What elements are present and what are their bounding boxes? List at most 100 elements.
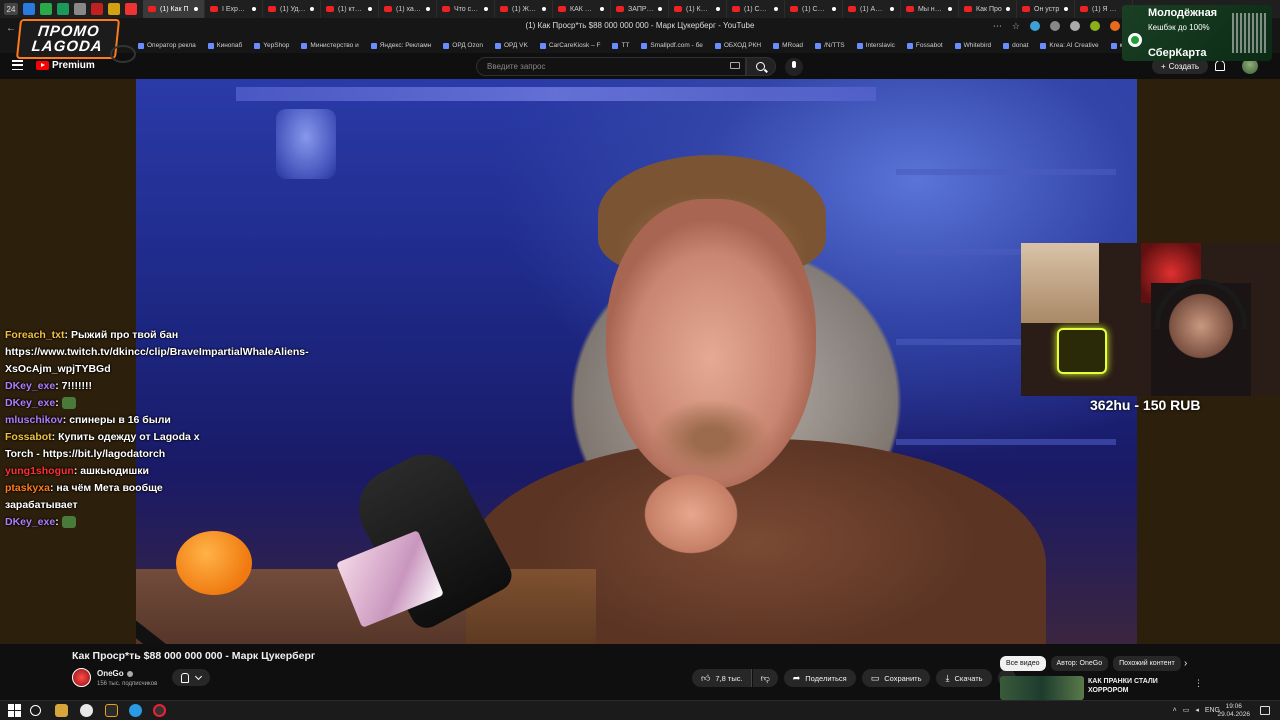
- yandex-browser-icon[interactable]: [80, 704, 93, 717]
- save-button[interactable]: ▭ Сохранить: [861, 669, 931, 687]
- bookmark-favicon-icon: [494, 42, 501, 49]
- bookmark-item[interactable]: MRoad: [773, 42, 803, 49]
- bookmark-item[interactable]: Smallpdf.com - бе: [641, 42, 703, 49]
- browser-tab[interactable]: I Exposed: [205, 0, 263, 18]
- subscription-bell-button[interactable]: [172, 669, 210, 686]
- download-label: Скачать: [954, 673, 983, 683]
- bookmark-item[interactable]: Whitebird: [954, 42, 991, 49]
- search-icon[interactable]: [30, 705, 41, 716]
- filter-chip[interactable]: Автор: OneGo: [1050, 656, 1109, 671]
- promo-lagoda-logo: ПРОМО LAGODA: [14, 19, 136, 63]
- bookmark-item[interactable]: CarCareKiosk – F: [539, 42, 600, 49]
- bookmark-item[interactable]: Министерство и: [301, 42, 359, 49]
- channel-name[interactable]: OneGo: [97, 669, 133, 678]
- extension-icon[interactable]: [1030, 21, 1040, 31]
- pinned-tab-icon[interactable]: [74, 3, 86, 15]
- chevron-right-icon[interactable]: ›: [1184, 658, 1187, 669]
- video-player[interactable]: Foreach_txt: Рыжий про твой бан https://…: [0, 79, 1280, 644]
- window-count-badge[interactable]: 24: [4, 3, 18, 15]
- app-icon[interactable]: [105, 704, 118, 717]
- file-explorer-icon[interactable]: [55, 704, 68, 717]
- extension-icon[interactable]: [1050, 21, 1060, 31]
- tab-audio-icon: [832, 7, 836, 11]
- browser-tab[interactable]: (1) СКУФ: [727, 0, 785, 18]
- bookmark-icon[interactable]: ☆: [1012, 21, 1020, 32]
- notifications-icon[interactable]: [1260, 706, 1270, 715]
- bookmark-item[interactable]: Оператор рекла: [138, 42, 196, 49]
- browser-tab[interactable]: Он устр: [1017, 0, 1075, 18]
- pinned-tab-icon[interactable]: [23, 3, 35, 15]
- network-icon[interactable]: ▭: [1183, 706, 1190, 714]
- recommendation-thumbnail[interactable]: [1000, 676, 1084, 700]
- bookmark-favicon-icon: [714, 42, 721, 49]
- notifications-icon[interactable]: [1215, 60, 1225, 71]
- bookmark-item[interactable]: donat: [1003, 42, 1028, 49]
- browser-tab[interactable]: (1) Удиви: [263, 0, 321, 18]
- search-input[interactable]: Введите запрос: [476, 57, 746, 76]
- browser-tab[interactable]: КАК ПРАНК: [553, 0, 611, 18]
- bookmark-item[interactable]: Interslavic: [856, 42, 895, 49]
- windows-start-icon[interactable]: [8, 704, 21, 717]
- browser-tab[interactable]: (1) харчев: [379, 0, 437, 18]
- obs-icon[interactable]: [153, 704, 166, 717]
- tab-audio-icon: [310, 7, 314, 11]
- filter-chip[interactable]: Похожий контент: [1113, 656, 1181, 671]
- channel-avatar[interactable]: [72, 668, 91, 687]
- browser-tab[interactable]: ЗАПРЕЩЕ: [611, 0, 669, 18]
- bookmark-item[interactable]: YepShop: [254, 42, 289, 49]
- recommendation-title[interactable]: КАК ПРАНКИ СТАЛИ ХОРРОРОМ: [1088, 677, 1188, 695]
- tab-audio-icon: [600, 7, 604, 11]
- browser-tab[interactable]: (1) ЖЕНСК: [495, 0, 553, 18]
- clock[interactable]: 19:06 29.04.2026: [1217, 703, 1250, 719]
- browser-tab[interactable]: (1) АЛАБУ: [843, 0, 901, 18]
- browser-tab[interactable]: Как Про: [959, 0, 1017, 18]
- youtube-favicon-icon: [1022, 6, 1030, 12]
- bookmark-item[interactable]: Кинопаб: [207, 42, 242, 49]
- bookmark-item[interactable]: TT: [612, 42, 629, 49]
- address-bar: ← (1) Как Проср*ть $88 000 000 000 - Мар…: [0, 18, 1280, 38]
- sber-logo-icon: [1128, 33, 1142, 47]
- more-icon[interactable]: ⋯: [993, 21, 1002, 32]
- telegram-icon[interactable]: [129, 704, 142, 717]
- chat-username: DKey_exe: [5, 380, 56, 392]
- browser-tab[interactable]: Мы не д: [901, 0, 959, 18]
- bookmark-item[interactable]: Krea: AI Creative: [1040, 42, 1099, 49]
- share-button[interactable]: ➦ Поделиться: [783, 669, 856, 687]
- pinned-tab-icon[interactable]: [57, 3, 69, 15]
- youtube-favicon-icon: [848, 6, 856, 12]
- extension-icon[interactable]: [1070, 21, 1080, 31]
- volume-icon[interactable]: ◂: [1195, 706, 1199, 714]
- bookmark-favicon-icon: [954, 42, 961, 49]
- pinned-tab-icon[interactable]: [40, 3, 52, 15]
- pinned-tab-icon[interactable]: [108, 3, 120, 15]
- like-button[interactable]: 👍︎ 7,8 тыс.: [692, 669, 752, 687]
- tray-chevron-icon[interactable]: ˄: [1173, 707, 1177, 714]
- youtube-favicon-icon: [500, 6, 508, 12]
- browser-tab[interactable]: Что стал: [437, 0, 495, 18]
- recommendation-menu-icon[interactable]: ⋮: [1194, 678, 1203, 689]
- browser-tab[interactable]: (1) Как П: [143, 0, 205, 18]
- bookmark-item[interactable]: ОРД VK: [494, 42, 528, 49]
- bookmark-label: Министерство и: [310, 42, 359, 49]
- bookmark-item[interactable]: Яндекс: Рекламн: [370, 42, 431, 49]
- extension-icon[interactable]: [1090, 21, 1100, 31]
- search-button[interactable]: [746, 57, 776, 76]
- browser-tab[interactable]: (1) кто и за: [321, 0, 379, 18]
- bookmark-item[interactable]: ОРД Ozon: [443, 42, 483, 49]
- bookmark-item[interactable]: ОБХОД РКН: [714, 42, 761, 49]
- video-actions: 👍︎ 7,8 тыс. 👎︎ ➦ Поделиться ▭ Сохранить ⤓ Ск…: [692, 669, 1016, 687]
- browser-tab[interactable]: (1) СИЛЬН: [785, 0, 843, 18]
- bookmark-item[interactable]: /N/TTS: [815, 42, 845, 49]
- voice-search-icon[interactable]: [785, 58, 803, 76]
- dislike-button[interactable]: 👎︎: [752, 669, 778, 687]
- tab-audio-icon: [426, 7, 430, 11]
- download-button[interactable]: ⤓ Скачать: [936, 669, 992, 687]
- pinned-tab-icon[interactable]: [125, 3, 137, 15]
- pinned-tab-icon[interactable]: [91, 3, 103, 15]
- filter-chip[interactable]: Все видео: [1000, 656, 1046, 671]
- tab-audio-icon: [194, 7, 198, 11]
- bookmark-item[interactable]: Fossabot: [906, 42, 943, 49]
- extension-icon[interactable]: [1110, 21, 1120, 31]
- browser-tab[interactable]: (1) КАРТА: [669, 0, 727, 18]
- keyboard-icon[interactable]: [730, 62, 740, 69]
